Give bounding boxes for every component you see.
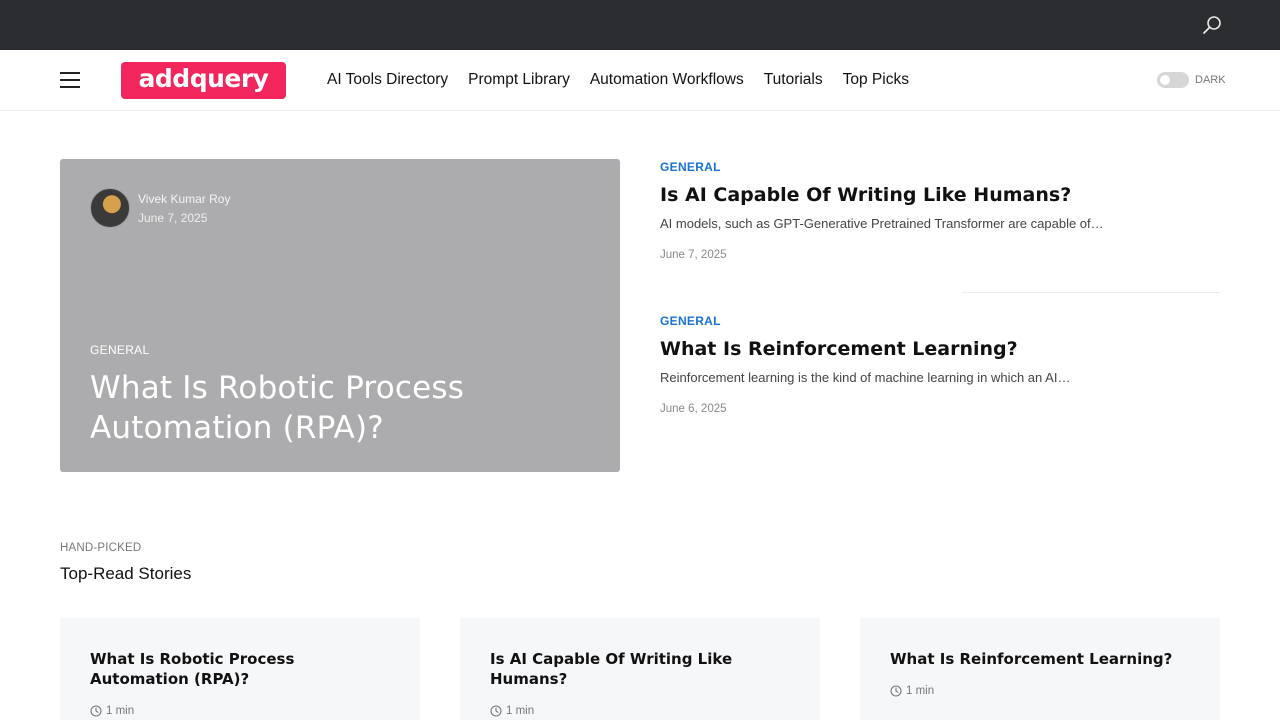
nav-top-picks[interactable]: Top Picks [843,69,909,91]
nav-ai-tools-directory[interactable]: AI Tools Directory [327,69,448,91]
post-category[interactable]: GENERAL [660,314,1220,328]
story-card-title[interactable]: What Is Reinforcement Learning? [890,649,1190,669]
post-category[interactable]: GENERAL [90,343,149,357]
post-date: June 7, 2025 [138,211,208,225]
read-time-label: 1 min [906,685,935,697]
post-title[interactable]: Is AI Capable Of Writing Like Humans? [660,183,1220,207]
search-icon[interactable] [1201,14,1223,36]
toggle-track[interactable] [1157,72,1189,88]
story-card[interactable]: What Is Reinforcement Learning? 1 min [860,618,1220,720]
side-post: GENERAL What Is Reinforcement Learning? … [660,314,1220,415]
section-kicker: HAND-PICKED [60,542,142,554]
toggle-knob [1160,75,1170,85]
author-avatar[interactable] [90,188,130,228]
author-name[interactable]: Vivek Kumar Roy [138,192,230,206]
clock-icon [890,685,902,697]
nav-automation-workflows[interactable]: Automation Workflows [590,69,744,91]
post-date: June 6, 2025 [660,403,727,415]
dark-mode-toggle[interactable]: DARK [1157,72,1226,88]
post-date: June 7, 2025 [660,249,727,261]
hamburger-menu-icon[interactable] [60,71,81,89]
nav-tutorials[interactable]: Tutorials [764,69,823,91]
clock-icon [490,705,502,717]
post-divider [962,292,1220,293]
read-time-label: 1 min [106,705,135,717]
clock-icon [90,705,102,717]
post-excerpt: Reinforcement learning is the kind of ma… [660,370,1071,385]
read-time-label: 1 min [506,705,535,717]
main-nav: AI Tools Directory Prompt Library Automa… [327,69,909,91]
side-post: GENERAL Is AI Capable Of Writing Like Hu… [660,160,1220,261]
post-category[interactable]: GENERAL [660,160,1220,174]
story-card-title[interactable]: What Is Robotic Process Automation (RPA)… [90,649,390,689]
section-title: Top-Read Stories [60,564,192,583]
menu-line [60,86,80,88]
site-header: addquery AI Tools Directory Prompt Libra… [0,50,1280,111]
read-time: 1 min [490,705,534,717]
story-card[interactable]: Is AI Capable Of Writing Like Humans? 1 … [460,618,820,720]
featured-post-title[interactable]: What Is Robotic Process Automation (RPA)… [90,368,560,448]
story-card[interactable]: What Is Robotic Process Automation (RPA)… [60,618,420,720]
menu-line [60,72,80,74]
menu-line [60,79,80,81]
dark-mode-label: DARK [1195,74,1226,86]
top-bar [0,0,1280,50]
post-title[interactable]: What Is Reinforcement Learning? [660,337,1220,361]
nav-prompt-library[interactable]: Prompt Library [468,69,570,91]
story-card-title[interactable]: Is AI Capable Of Writing Like Humans? [490,649,790,689]
featured-post[interactable]: Vivek Kumar Roy June 7, 2025 GENERAL Wha… [60,159,620,472]
read-time: 1 min [890,685,934,697]
post-excerpt: AI models, such as GPT-Generative Pretra… [660,216,1104,231]
read-time: 1 min [90,705,134,717]
site-logo[interactable]: addquery [121,62,286,99]
